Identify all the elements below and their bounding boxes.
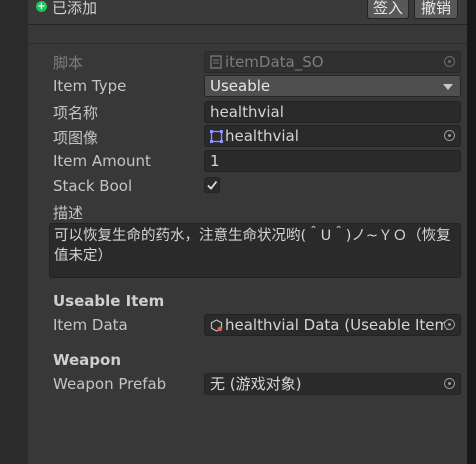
item-image-field[interactable]: healthvial [204, 125, 461, 147]
revert-button[interactable]: 撤销 [414, 0, 458, 19]
description-textarea[interactable]: 可以恢复生命的药水，注意生命状况哟(＾U＾)ノ~ＹＯ（恢复值未定） [49, 223, 461, 278]
stack-bool-checkbox[interactable] [204, 177, 220, 193]
sprite-icon [210, 130, 223, 143]
item-type-label: Item Type [53, 77, 127, 95]
item-type-dropdown[interactable]: Useable [204, 75, 461, 97]
plus-circle-icon: + [36, 1, 47, 12]
checkmark-icon [207, 180, 218, 190]
vcs-status-label: 已添加 [52, 0, 98, 17]
weapon-prefab-label: Weapon Prefab [53, 375, 167, 393]
script-file-icon [210, 55, 222, 69]
script-divider [28, 43, 467, 44]
script-label: 脚本 [53, 54, 84, 72]
stack-bool-label: Stack Bool [53, 177, 133, 195]
weapon-section-title: Weapon [53, 351, 122, 369]
weapon-prefab-value: 无 (游戏对象) [210, 375, 302, 393]
object-picker-icon[interactable] [444, 319, 455, 330]
object-picker-icon[interactable] [444, 130, 455, 141]
item-amount-label: Item Amount [53, 152, 151, 170]
chevron-down-icon [443, 84, 453, 90]
object-picker-icon [444, 56, 455, 67]
item-name-label: 项名称 [53, 104, 99, 122]
left-panel-strip [0, 0, 28, 464]
item-data-field[interactable]: healthvial Data (Useable Item [204, 314, 461, 336]
item-type-value: Useable [210, 77, 271, 95]
scriptable-object-icon [210, 319, 223, 332]
checkin-button[interactable]: 签入 [367, 0, 409, 19]
weapon-prefab-field[interactable]: 无 (游戏对象) [204, 373, 461, 395]
useable-item-section-title: Useable Item [53, 292, 165, 310]
script-field-value: itemData_SO [225, 53, 324, 71]
header-divider [28, 24, 467, 25]
item-image-label: 项图像 [53, 129, 99, 147]
item-data-value: healthvial Data (Useable Item [225, 316, 450, 334]
scrollbar-track[interactable] [467, 0, 476, 464]
item-image-value: healthvial [225, 127, 299, 145]
item-name-input[interactable]: healthvial [204, 101, 461, 123]
item-data-label: Item Data [53, 316, 128, 334]
script-field: itemData_SO [204, 51, 461, 73]
item-amount-input[interactable]: 1 [204, 150, 461, 172]
object-picker-icon[interactable] [444, 378, 455, 389]
description-label: 描述 [53, 204, 84, 222]
